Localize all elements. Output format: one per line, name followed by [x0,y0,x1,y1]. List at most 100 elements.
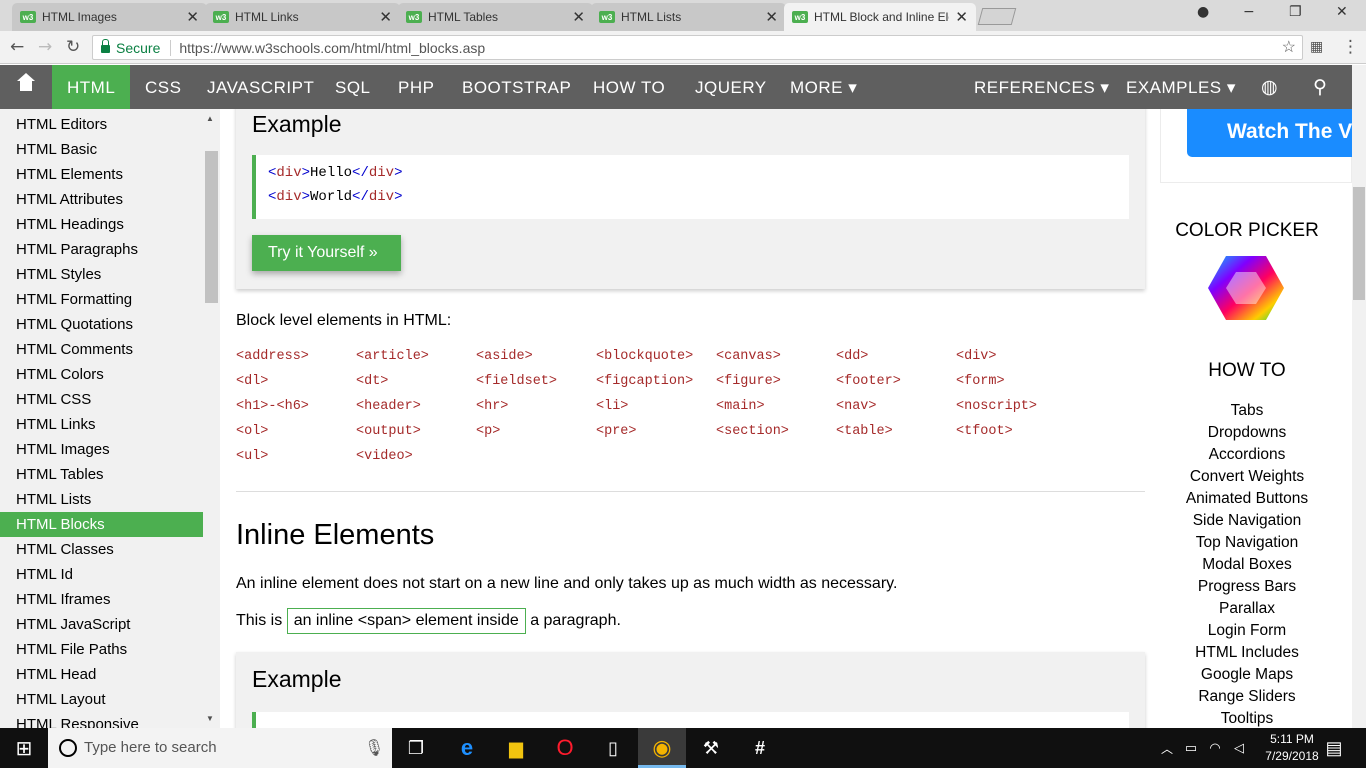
page-scrollbar-thumb[interactable] [1353,187,1365,300]
close-tab-icon[interactable]: ✕ [955,8,968,26]
sidebar-item[interactable]: HTML Images [0,437,203,462]
nav-more[interactable]: MORE ▾ [790,65,857,109]
sidebar-item-active[interactable]: HTML Blocks [0,512,203,537]
notepad-icon[interactable]: ▯ [601,736,625,760]
nav-how-to[interactable]: HOW TO [593,65,665,109]
how-to-link[interactable]: Dropdowns [1160,424,1334,442]
how-to-link[interactable]: Login Form [1160,622,1334,640]
how-to-link[interactable]: Top Navigation [1160,534,1334,552]
try-it-yourself-button[interactable]: Try it Yourself » [252,235,401,271]
globe-icon[interactable]: ◍ [1261,65,1278,109]
taskbar-clock[interactable]: 5:11 PM 7/29/2018 [1252,731,1332,765]
sidebar-item[interactable]: HTML Colors [0,362,203,387]
sidebar-item[interactable]: HTML Styles [0,262,203,287]
how-to-link[interactable]: Google Maps [1160,666,1334,684]
back-arrow-icon[interactable]: ← [10,37,24,57]
wifi-icon[interactable]: ◠ [1203,736,1227,760]
how-to-link[interactable]: Modal Boxes [1160,556,1334,574]
sidebar-item[interactable]: HTML Tables [0,462,203,487]
nav-examples[interactable]: EXAMPLES ▾ [1126,65,1236,109]
how-to-link[interactable]: Parallax [1160,600,1334,618]
browser-tab[interactable]: w3 HTML Links ✕ [205,3,400,31]
bookmark-star-icon[interactable]: ☆ [1282,37,1296,57]
notifications-icon[interactable]: ▤ [1322,736,1346,760]
windows-start-icon[interactable]: ⊞ [12,736,36,760]
color-picker-hexagon-icon[interactable] [1206,254,1286,322]
sidebar-item[interactable]: HTML Formatting [0,287,203,312]
sidebar-item[interactable]: HTML Id [0,562,203,587]
close-tab-icon[interactable]: ✕ [572,8,585,26]
sidebar-item[interactable]: HTML JavaScript [0,612,203,637]
sidebar-item[interactable]: HTML Paragraphs [0,237,203,262]
menu-dots-icon[interactable]: ⋮ [1342,37,1359,57]
sidebar-item[interactable]: HTML Layout [0,687,203,712]
sidebar-item[interactable]: HTML Headings [0,212,203,237]
browser-tab[interactable]: w3 HTML Lists ✕ [591,3,786,31]
edge-icon[interactable]: e [455,735,479,760]
address-bar[interactable]: Secure https://www.w3schools.com/html/ht… [92,35,1303,60]
nav-javascript[interactable]: JAVASCRIPT [207,65,314,109]
sidebar-item[interactable]: HTML Lists [0,487,203,512]
browser-tab[interactable]: w3 HTML Images ✕ [12,3,207,31]
how-to-link[interactable]: Convert Weights [1160,468,1334,486]
sidebar-item[interactable]: HTML Comments [0,337,203,362]
home-button[interactable] [0,65,52,109]
sidebar-item[interactable]: HTML Quotations [0,312,203,337]
taskbar-search-box[interactable]: Type here to search 🎙 [48,728,392,768]
sidebar-item[interactable]: HTML Responsive [0,712,203,728]
task-view-icon[interactable]: ❐ [404,736,428,760]
sidebar-item[interactable]: HTML Elements [0,162,203,187]
nav-references[interactable]: REFERENCES ▾ [974,65,1109,109]
sidebar-item[interactable]: HTML Head [0,662,203,687]
sidebar-item[interactable]: HTML Basic [0,137,203,162]
minimize-icon[interactable]: − [1243,4,1255,20]
nav-sql[interactable]: SQL [335,65,371,109]
sidebar-item[interactable]: HTML Editors [0,112,203,137]
opera-icon[interactable]: O [553,735,577,760]
nav-bootstrap[interactable]: BOOTSTRAP [462,65,571,109]
tools-icon[interactable]: ⚒ [699,736,723,760]
close-tab-icon[interactable]: ✕ [765,8,778,26]
sidebar-item[interactable]: HTML CSS [0,387,203,412]
nav-css[interactable]: CSS [145,65,181,109]
chrome-icon[interactable]: ◉ [650,735,674,760]
browser-tab[interactable]: w3 HTML Tables ✕ [398,3,593,31]
sidebar-item[interactable]: HTML Attributes [0,187,203,212]
forward-arrow-icon[interactable]: → [38,37,52,57]
nav-html[interactable]: HTML [52,65,131,109]
scroll-up-arrow-icon[interactable]: ▲ [206,114,214,123]
show-hidden-icons-icon[interactable]: ︿ [1155,736,1179,760]
sidebar-item[interactable]: HTML File Paths [0,637,203,662]
reload-icon[interactable]: ↻ [66,37,80,57]
how-to-link[interactable]: Progress Bars [1160,578,1334,596]
close-window-icon[interactable]: ✕ [1336,4,1348,20]
extension-icon[interactable]: ▦ [1310,39,1323,55]
how-to-link[interactable]: Side Navigation [1160,512,1334,530]
sidebar-item[interactable]: HTML Classes [0,537,203,562]
sidebar-item[interactable]: HTML Links [0,412,203,437]
file-explorer-icon[interactable]: ▆ [504,736,528,760]
new-tab-button[interactable] [977,8,1017,25]
nav-jquery[interactable]: JQUERY [695,65,767,109]
sidebar-item[interactable]: HTML Iframes [0,587,203,612]
how-to-link[interactable]: Range Sliders [1160,688,1334,706]
volume-icon[interactable]: ◁ [1227,736,1251,760]
sidebar-scrollbar-thumb[interactable] [205,151,218,303]
browser-tab-active[interactable]: w3 HTML Block and Inline Ele ✕ [784,3,976,31]
how-to-link[interactable]: Animated Buttons [1160,490,1334,508]
maximize-icon[interactable]: ❐ [1289,4,1302,20]
how-to-link[interactable]: Accordions [1160,446,1334,464]
nav-php[interactable]: PHP [398,65,434,109]
how-to-link[interactable]: HTML Includes [1160,644,1334,662]
url-text[interactable]: https://www.w3schools.com/html/html_bloc… [179,40,485,56]
how-to-link[interactable]: Tooltips [1160,710,1334,728]
microphone-icon[interactable]: 🎙 [364,738,384,758]
scroll-down-arrow-icon[interactable]: ▼ [206,714,214,723]
how-to-link[interactable]: Tabs [1160,402,1334,420]
ad-watch-button[interactable]: Watch The V [1187,109,1352,157]
slack-icon[interactable]: # [748,736,772,760]
search-icon[interactable]: ⚲ [1313,65,1327,109]
battery-icon[interactable]: ▭ [1179,736,1203,760]
close-tab-icon[interactable]: ✕ [186,8,199,26]
page-scrollbar[interactable] [1352,65,1366,728]
